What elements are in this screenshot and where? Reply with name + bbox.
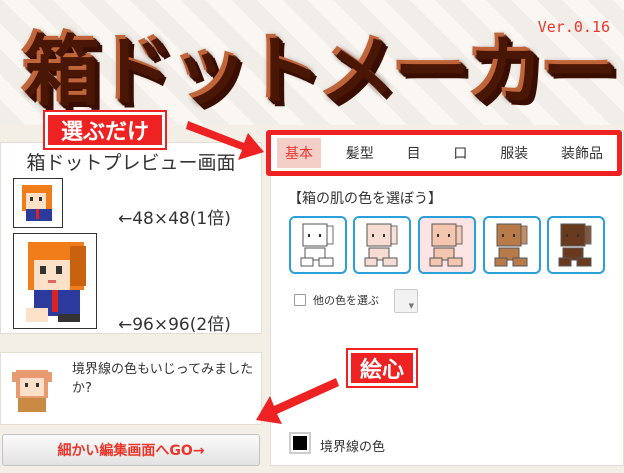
- annotation-arrows: [186, 121, 339, 424]
- annotation-select-only: 選ぶだけ: [45, 112, 165, 148]
- arrow-to-button: [256, 378, 339, 424]
- annotation-heart: 絵心: [348, 350, 416, 386]
- arrow-to-tabs: [186, 121, 264, 160]
